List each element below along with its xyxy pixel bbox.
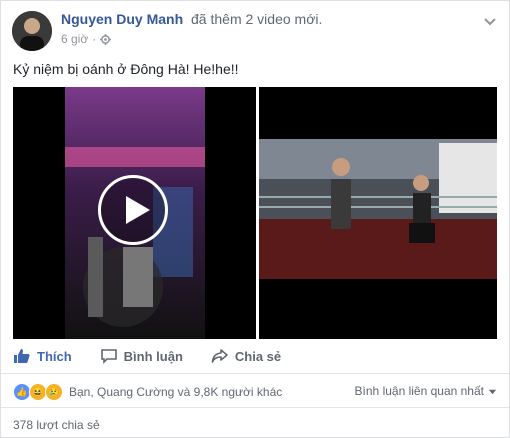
share-label: Chia sẻ bbox=[234, 348, 282, 364]
post-text: Kỷ niệm bị oánh ở Đông Hà! He!he!! bbox=[13, 61, 239, 77]
video-thumbnail-1[interactable] bbox=[13, 87, 256, 339]
like-label: Thích bbox=[37, 348, 72, 364]
comment-bubble-icon bbox=[100, 349, 117, 364]
post-card: Nguyen Duy Manh đã thêm 2 video mới. 6 g… bbox=[0, 0, 510, 438]
caret-down-icon bbox=[488, 389, 497, 394]
share-count[interactable]: 378 lượt chia sẻ bbox=[13, 418, 100, 432]
video-thumbnail-2[interactable] bbox=[259, 87, 497, 339]
reactions-summary[interactable]: 👍 😆 😢 Bạn, Quang Cường và 9,8K người khá… bbox=[13, 383, 282, 401]
comment-sort-dropdown[interactable]: Bình luận liên quan nhất bbox=[355, 384, 497, 398]
post-action: đã thêm 2 video mới. bbox=[191, 11, 323, 27]
author-avatar[interactable] bbox=[12, 11, 52, 51]
comment-label: Bình luận bbox=[123, 348, 183, 364]
comment-sort-label: Bình luận liên quan nhất bbox=[354, 384, 484, 398]
like-button[interactable]: Thích bbox=[13, 347, 72, 365]
author-name[interactable]: Nguyen Duy Manh bbox=[61, 11, 183, 27]
post-time[interactable]: 6 giờ bbox=[61, 32, 88, 46]
media-grid bbox=[13, 87, 497, 339]
share-button[interactable]: Chia sẻ bbox=[211, 347, 281, 365]
post-header: Nguyen Duy Manh đã thêm 2 video mới. bbox=[61, 11, 322, 27]
settings-globe-icon[interactable] bbox=[100, 33, 112, 45]
sad-reaction-icon: 😢 bbox=[45, 383, 63, 401]
reactions-text: Bạn, Quang Cường và 9,8K người khác bbox=[69, 385, 283, 399]
comment-button[interactable]: Bình luận bbox=[100, 347, 183, 365]
share-arrow-icon bbox=[211, 349, 228, 363]
post-action-bar: Thích Bình luận Chia sẻ bbox=[1, 341, 509, 371]
divider bbox=[1, 407, 509, 408]
chevron-down-icon[interactable] bbox=[483, 15, 497, 29]
post-meta: 6 giờ · bbox=[61, 32, 112, 46]
divider bbox=[1, 373, 509, 374]
thumbs-up-icon bbox=[14, 349, 30, 363]
play-button[interactable] bbox=[98, 175, 168, 245]
